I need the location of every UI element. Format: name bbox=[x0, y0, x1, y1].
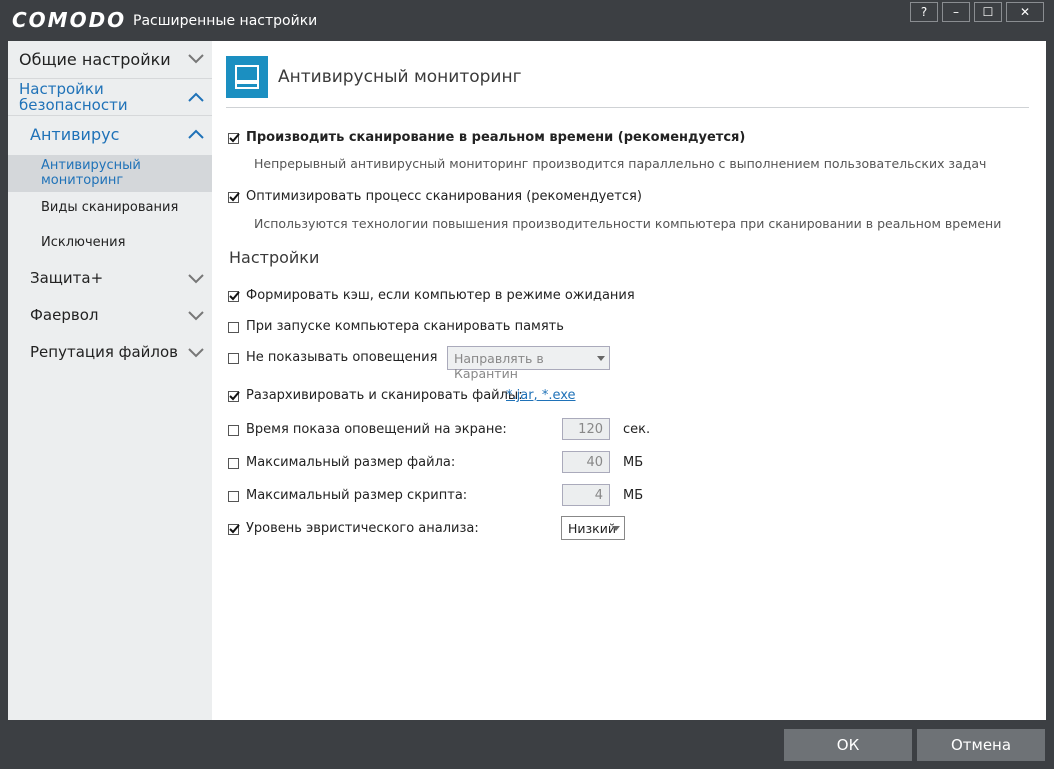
max-script-checkbox[interactable] bbox=[228, 491, 239, 502]
chevron-down-icon bbox=[188, 311, 204, 321]
cache-checkbox[interactable] bbox=[228, 291, 240, 302]
sidebar-item-av-monitoring[interactable]: Антивирусный мониторинг bbox=[8, 155, 212, 192]
no-alerts-action-select[interactable]: Направлять в Карантин bbox=[447, 346, 610, 381]
heuristic-label: Уровень эвристического анализа: bbox=[246, 521, 479, 536]
title-bar[interactable]: COMODO Расширенные настройки ? – ☐ ✕ bbox=[0, 0, 1054, 40]
sidebar-item-label: Виды сканирования bbox=[41, 200, 179, 215]
max-file-input[interactable]: 40 bbox=[562, 451, 610, 473]
dropdown-arrow-icon bbox=[612, 526, 620, 531]
check-icon bbox=[229, 291, 240, 301]
sidebar-item-general[interactable]: Общие настройки bbox=[8, 41, 212, 78]
sidebar-item-label: Исключения bbox=[41, 235, 126, 250]
dropdown-arrow-icon bbox=[597, 356, 605, 361]
realtime-scan-description: Непрерывный антивирусный мониторинг прои… bbox=[254, 156, 987, 171]
window-controls: ? – ☐ ✕ bbox=[910, 2, 1044, 22]
header-divider bbox=[226, 107, 1029, 108]
sidebar-item-label: Настройки безопасности bbox=[19, 80, 128, 114]
unpack-label: Разархивировать и сканировать файлы: bbox=[246, 388, 523, 403]
sidebar-item-label: Фаервол bbox=[30, 306, 99, 324]
check-icon bbox=[229, 391, 240, 401]
sidebar-item-label: Антивирусный мониторинг bbox=[41, 158, 141, 188]
sidebar-item-label: Антивирус bbox=[30, 125, 120, 144]
optimize-scan-label: Оптимизировать процесс сканирования (рек… bbox=[246, 189, 642, 204]
realtime-scan-label: Производить сканирование в реальном врем… bbox=[246, 130, 746, 145]
sidebar-item-firewall[interactable]: Фаервол bbox=[8, 301, 212, 334]
check-icon bbox=[229, 133, 240, 143]
max-file-checkbox[interactable] bbox=[228, 458, 239, 469]
sidebar-item-label: Защита+ bbox=[30, 269, 104, 287]
sidebar-item-label: Репутация файлов bbox=[30, 343, 179, 361]
help-button[interactable]: ? bbox=[910, 2, 938, 22]
no-alerts-label: Не показывать оповещения bbox=[246, 350, 438, 365]
cancel-button[interactable]: Отмена bbox=[917, 729, 1045, 761]
ok-button[interactable]: ОК bbox=[784, 729, 912, 761]
max-script-unit: МБ bbox=[623, 488, 644, 503]
settings-window: COMODO Расширенные настройки ? – ☐ ✕ Общ… bbox=[0, 0, 1054, 769]
no-alerts-checkbox[interactable] bbox=[228, 353, 239, 364]
optimize-scan-checkbox[interactable] bbox=[228, 192, 240, 203]
sidebar-item-exclusions[interactable]: Исключения bbox=[8, 230, 212, 260]
max-script-label: Максимальный размер скрипта: bbox=[246, 488, 468, 503]
minimize-button[interactable]: – bbox=[942, 2, 970, 22]
sidebar-item-file-reputation[interactable]: Репутация файлов bbox=[8, 338, 212, 371]
max-file-label: Максимальный размер файла: bbox=[246, 455, 456, 470]
chevron-down-icon bbox=[188, 54, 204, 64]
heuristic-level-select[interactable]: Низкий bbox=[561, 516, 625, 540]
sidebar-item-scan-types[interactable]: Виды сканирования bbox=[8, 195, 212, 225]
window-title: Расширенные настройки bbox=[133, 13, 318, 29]
chevron-up-icon bbox=[188, 92, 204, 102]
sidebar-item-security[interactable]: Настройки безопасности bbox=[8, 79, 212, 115]
alert-time-unit: сек. bbox=[623, 422, 651, 437]
sidebar: Общие настройки Настройки безопасности А… bbox=[8, 41, 212, 720]
content-panel: Антивирусный мониторинг Производить скан… bbox=[212, 41, 1046, 720]
sidebar-item-protection[interactable]: Защита+ bbox=[8, 264, 212, 297]
memory-scan-label: При запуске компьютера сканировать памят… bbox=[246, 319, 564, 334]
alert-time-checkbox[interactable] bbox=[228, 425, 239, 436]
check-icon bbox=[229, 524, 240, 534]
memory-scan-checkbox[interactable] bbox=[228, 322, 239, 333]
max-script-input[interactable]: 4 bbox=[562, 484, 610, 506]
settings-section-title: Настройки bbox=[229, 248, 320, 267]
page-title: Антивирусный мониторинг bbox=[278, 67, 522, 87]
maximize-button[interactable]: ☐ bbox=[974, 2, 1002, 22]
comodo-logo: COMODO bbox=[12, 8, 127, 32]
chevron-up-icon bbox=[188, 129, 204, 139]
chevron-down-icon bbox=[188, 274, 204, 284]
no-alerts-action-value: Направлять в Карантин bbox=[454, 351, 544, 381]
close-button[interactable]: ✕ bbox=[1006, 2, 1044, 22]
check-icon bbox=[229, 192, 240, 202]
optimize-scan-description: Используются технологии повышения произв… bbox=[254, 216, 1002, 231]
alert-time-input[interactable]: 120 bbox=[562, 418, 610, 440]
unpack-checkbox[interactable] bbox=[228, 391, 240, 402]
unpack-extensions-link[interactable]: *.jar, *.exe bbox=[506, 388, 576, 403]
chevron-down-icon bbox=[188, 348, 204, 358]
monitor-icon bbox=[226, 56, 268, 98]
sidebar-item-antivirus[interactable]: Антивирус bbox=[8, 116, 212, 153]
cache-label: Формировать кэш, если компьютер в режиме… bbox=[246, 288, 635, 303]
alert-time-label: Время показа оповещений на экране: bbox=[246, 422, 507, 437]
sidebar-item-label: Общие настройки bbox=[19, 50, 171, 69]
realtime-scan-checkbox[interactable] bbox=[228, 133, 240, 144]
heuristic-checkbox[interactable] bbox=[228, 524, 240, 535]
heuristic-level-value: Низкий bbox=[568, 521, 616, 536]
max-file-unit: МБ bbox=[623, 455, 644, 470]
